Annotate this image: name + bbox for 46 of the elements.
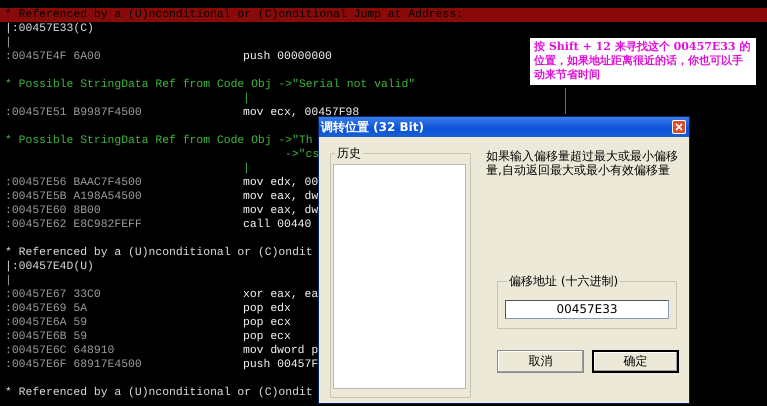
reference-line: |:00457E33(C): [5, 22, 94, 36]
pipe-mark: |: [5, 36, 12, 50]
address-bytes: :00457E60 8B00: [5, 204, 102, 218]
address-bytes: :00457E6F 68917E4500: [5, 358, 143, 372]
address-bytes: :00457E67 33C0: [5, 288, 102, 302]
instruction: mov eax, dw: [243, 204, 318, 218]
annotation-note: 按 Shift + 12 来寻找这个 00457E33 的位置，如果地址距离很近的话，你也可以手动来节省时间: [530, 38, 756, 85]
address-bytes: :00457E4F 6A00: [5, 50, 102, 64]
pipe-mark: |: [242, 92, 250, 106]
comment-line: ->"cs: [284, 148, 320, 162]
address-bytes: :00457E6B 59: [5, 330, 88, 344]
address-bytes: :00457E6A 59: [5, 316, 88, 330]
cancel-button[interactable]: 取消: [497, 350, 584, 372]
offset-input[interactable]: 00457E33: [505, 300, 669, 318]
close-button[interactable]: [672, 120, 686, 134]
close-icon: [675, 123, 683, 131]
address-bytes: :00457E5B A198A54500: [5, 190, 143, 204]
instruction: mov ecx, 00457F98: [243, 106, 360, 120]
comment-line: * Possible StringData Ref from Code Obj ->"Th: [5, 134, 313, 148]
description-text: 如果输入偏移量超过最大或最小偏移量,自动返回最大或最小有效偏移量: [486, 149, 679, 177]
reference-line: * Referenced by a (U)nconditional or (C)ondit: [5, 386, 313, 400]
address-bytes: :00457E6C 648910: [5, 344, 116, 358]
ok-button[interactable]: 确定: [592, 350, 679, 372]
leader-line: [565, 88, 566, 114]
instruction: pop edx: [243, 302, 291, 316]
instruction: mov eax, dw: [243, 190, 318, 204]
dialog-title: 调转位置 (32 Bit): [321, 118, 424, 136]
instruction: mov edx, 00: [243, 176, 318, 190]
instruction: push 00000000: [243, 50, 332, 64]
instruction: pop ecx: [243, 316, 291, 330]
address-bytes: :00457E51 B9987F4500: [5, 106, 143, 120]
instruction: call 00440: [243, 218, 312, 232]
instruction: push 00457F: [243, 358, 318, 372]
address-bytes: :00457E69 5A: [5, 302, 88, 316]
address-bytes: :00457E56 BAAC7F4500: [5, 176, 143, 190]
address-bytes: :00457E62 E8C982FEFF: [5, 218, 143, 232]
instruction: pop ecx: [243, 330, 291, 344]
instruction: xor eax, ea: [243, 288, 318, 302]
pipe-mark: |: [242, 162, 250, 176]
reference-line: * Referenced by a (U)nconditional or (C)ondit: [5, 246, 313, 260]
group-label: 偏移地址 (十六进制): [508, 273, 620, 290]
reference-line: |:00457E4D(U): [5, 260, 94, 274]
comment-line: * Possible StringData Ref from Code Obj ->"Serial not valid": [5, 78, 416, 92]
group-label: 历史: [336, 145, 362, 162]
instruction: mov dword p: [243, 344, 318, 358]
pipe-mark: |: [5, 274, 12, 288]
